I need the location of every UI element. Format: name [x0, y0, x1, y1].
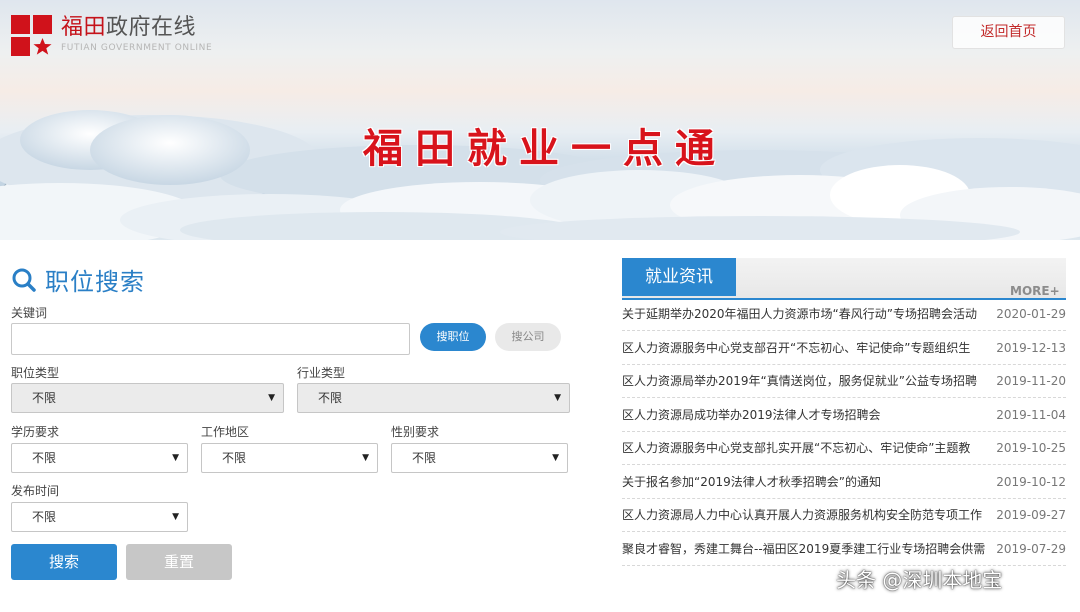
news-item[interactable]: 区人力资源局举办2019年“真情送岗位，服务促就业”公益专场招聘 2019-11-…: [622, 365, 1066, 398]
search-button[interactable]: 搜索: [11, 544, 117, 580]
banner-title: 福田就业一点通: [363, 125, 727, 172]
chevron-down-icon: ▼: [268, 393, 275, 403]
logo-title: 福田政府在线: [61, 15, 212, 41]
news-item-date: 2019-11-04: [996, 407, 1066, 422]
location-label: 工作地区: [201, 425, 250, 439]
chevron-down-icon: ▼: [172, 453, 179, 463]
news-item[interactable]: 聚良才睿智，秀建工舞台--福田区2019夏季建工行业专场招聘会供需 2019-07…: [622, 533, 1066, 566]
news-item-title: 区人力资源服务中心党支部召开“不忘初心、牢记使命”专题组织生: [622, 340, 971, 355]
news-item[interactable]: 区人力资源局人力中心认真开展人力资源服务机构安全防范专项工作 2019-09-27: [622, 499, 1066, 532]
chevron-down-icon: ▼: [554, 393, 561, 403]
home-button[interactable]: 返回首页: [952, 16, 1065, 49]
news-item[interactable]: 关于延期举办2020年福田人力资源市场“春风行动”专场招聘会活动 2020-01-…: [622, 298, 1066, 331]
gender-value: 不限: [412, 451, 437, 465]
logo-title-red: 福田: [61, 15, 107, 40]
education-value: 不限: [32, 451, 57, 465]
news-item[interactable]: 区人力资源服务中心党支部扎实开展“不忘初心、牢记使命”主题教 2019-10-25: [622, 432, 1066, 465]
news-item-title: 区人力资源局成功举办2019法律人才专场招聘会: [622, 407, 881, 422]
news-item-title: 关于延期举办2020年福田人力资源市场“春风行动”专场招聘会活动: [622, 307, 977, 321]
news-item-date: 2020-01-29: [996, 307, 1066, 321]
gender-label: 性别要求: [391, 425, 440, 439]
search-heading: 职位搜索: [11, 262, 145, 297]
news-item-date: 2019-10-25: [996, 441, 1066, 455]
search-title: 职位搜索: [45, 268, 145, 296]
chevron-down-icon: ▼: [362, 453, 369, 463]
news-item[interactable]: 关于报名参加“2019法律人才秋季招聘会”的通知 2019-10-12: [622, 466, 1066, 499]
industry-value: 不限: [318, 391, 343, 405]
date-label: 发布时间: [11, 484, 60, 498]
news-item-date: 2019-10-12: [996, 474, 1066, 489]
search-jobs-button[interactable]: 搜职位: [420, 323, 486, 351]
news-item-title: 聚良才睿智，秀建工舞台--福田区2019夏季建工行业专场招聘会供需: [622, 541, 986, 556]
industry-select[interactable]: 不限 ▼: [297, 383, 570, 413]
logo-subtitle: FUTIAN GOVERNMENT ONLINE: [61, 43, 213, 53]
chevron-down-icon: ▼: [172, 512, 179, 522]
date-value: 不限: [32, 510, 57, 524]
search-company-button[interactable]: 搜公司: [495, 323, 561, 351]
news-item-title: 区人力资源局举办2019年“真情送岗位，服务促就业”公益专场招聘: [622, 374, 977, 388]
chevron-down-icon: ▼: [552, 453, 559, 463]
job-type-select[interactable]: 不限 ▼: [11, 383, 284, 413]
news-item[interactable]: 区人力资源局成功举办2019法律人才专场招聘会 2019-11-04: [622, 399, 1066, 432]
more-link[interactable]: MORE+: [1010, 284, 1060, 298]
industry-label: 行业类型: [297, 366, 346, 380]
keyword-input[interactable]: [11, 323, 410, 355]
gender-select[interactable]: 不限 ▼: [391, 443, 568, 473]
location-value: 不限: [222, 451, 247, 465]
logo-mark-icon: [11, 15, 53, 57]
location-select[interactable]: 不限 ▼: [201, 443, 378, 473]
news-item-title: 区人力资源服务中心党支部扎实开展“不忘初心、牢记使命”主题教: [622, 441, 971, 455]
reset-button[interactable]: 重置: [126, 544, 232, 580]
education-label: 学历要求: [11, 425, 60, 439]
site-logo[interactable]: 福田政府在线 FUTIAN GOVERNMENT ONLINE: [11, 15, 212, 57]
news-item-date: 2019-11-20: [996, 374, 1066, 388]
job-type-value: 不限: [32, 391, 57, 405]
keyword-label: 关键词: [11, 306, 48, 320]
news-item-date: 2019-09-27: [996, 508, 1066, 522]
search-icon: [12, 268, 36, 292]
education-select[interactable]: 不限 ▼: [11, 443, 188, 473]
logo-title-gray: 政府在线: [106, 15, 197, 40]
news-item-date: 2019-07-29: [996, 541, 1066, 556]
news-item-date: 2019-12-13: [996, 340, 1066, 355]
news-item[interactable]: 区人力资源服务中心党支部召开“不忘初心、牢记使命”专题组织生 2019-12-13: [622, 332, 1066, 365]
job-type-label: 职位类型: [11, 366, 60, 380]
date-select[interactable]: 不限 ▼: [11, 502, 188, 532]
watermark: 头条 @深圳本地宝: [836, 568, 1003, 592]
tab-employment-news[interactable]: 就业资讯: [622, 258, 736, 296]
news-item-title: 区人力资源局人力中心认真开展人力资源服务机构安全防范专项工作: [622, 508, 983, 522]
news-item-title: 关于报名参加“2019法律人才秋季招聘会”的通知: [622, 474, 881, 489]
header-banner: 福田政府在线 FUTIAN GOVERNMENT ONLINE 返回首页 福田就…: [0, 0, 1080, 240]
